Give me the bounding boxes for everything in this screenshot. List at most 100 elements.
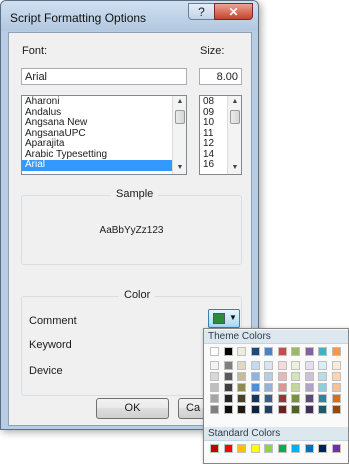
standard-color-swatch[interactable] bbox=[278, 444, 287, 453]
theme-color-swatch[interactable] bbox=[264, 347, 273, 356]
theme-shade-swatch[interactable] bbox=[332, 383, 341, 392]
theme-shade-swatch[interactable] bbox=[237, 405, 246, 414]
standard-colors-row bbox=[204, 444, 348, 455]
theme-shade-swatch[interactable] bbox=[278, 394, 287, 403]
theme-shade-swatch[interactable] bbox=[332, 372, 341, 381]
theme-shade-swatch[interactable] bbox=[305, 361, 314, 370]
close-button[interactable]: ✕ bbox=[214, 3, 253, 20]
theme-shade-swatch[interactable] bbox=[318, 383, 327, 392]
size-list-item[interactable]: 08 bbox=[200, 96, 226, 108]
size-scroll-up-arrow-icon[interactable]: ▲ bbox=[228, 98, 241, 106]
standard-color-swatch[interactable] bbox=[291, 444, 300, 453]
theme-shade-swatch[interactable] bbox=[278, 372, 287, 381]
size-scrollbar[interactable]: ▲ ▼ bbox=[227, 96, 241, 174]
theme-shade-swatch[interactable] bbox=[251, 361, 260, 370]
theme-shade-swatch[interactable] bbox=[278, 361, 287, 370]
standard-color-swatch[interactable] bbox=[210, 444, 219, 453]
font-scrollbar[interactable]: ▲ ▼ bbox=[172, 96, 186, 174]
theme-shade-swatch[interactable] bbox=[237, 372, 246, 381]
font-list-item[interactable]: Aparajita bbox=[22, 138, 172, 150]
standard-colors-heading: Standard Colors bbox=[204, 427, 348, 441]
scroll-down-arrow-icon[interactable]: ▼ bbox=[173, 164, 186, 172]
theme-shade-swatch[interactable] bbox=[305, 372, 314, 381]
theme-shade-swatch[interactable] bbox=[291, 361, 300, 370]
theme-shade-swatch[interactable] bbox=[251, 394, 260, 403]
size-list-item[interactable]: 10 bbox=[200, 117, 226, 129]
comment-color-picker[interactable]: ▼ bbox=[208, 309, 240, 328]
font-listbox[interactable]: Aharoni Andalus Angsana New AngsanaUPC Apara… bbox=[21, 95, 187, 175]
dropdown-arrow-icon: ▼ bbox=[229, 313, 237, 322]
theme-shade-swatch[interactable] bbox=[264, 405, 273, 414]
size-input[interactable]: 8.00 bbox=[199, 68, 242, 85]
theme-shade-swatch[interactable] bbox=[210, 405, 219, 414]
theme-shade-swatch[interactable] bbox=[291, 383, 300, 392]
font-input[interactable]: Arial bbox=[21, 68, 187, 85]
standard-color-swatch[interactable] bbox=[332, 444, 341, 453]
theme-shade-swatch[interactable] bbox=[318, 372, 327, 381]
size-list-item[interactable]: 16 bbox=[200, 159, 226, 171]
theme-shade-swatch[interactable] bbox=[318, 361, 327, 370]
theme-shade-swatch[interactable] bbox=[318, 405, 327, 414]
theme-shade-swatch[interactable] bbox=[332, 394, 341, 403]
size-list-item[interactable]: 12 bbox=[200, 138, 226, 150]
font-list-item[interactable]: Arial bbox=[22, 159, 172, 171]
theme-shade-swatch[interactable] bbox=[332, 405, 341, 414]
theme-shade-swatch[interactable] bbox=[332, 361, 341, 370]
theme-shade-swatch[interactable] bbox=[278, 383, 287, 392]
theme-shade-swatch[interactable] bbox=[251, 372, 260, 381]
theme-color-swatch[interactable] bbox=[291, 347, 300, 356]
theme-shade-swatch[interactable] bbox=[224, 405, 233, 414]
theme-shade-swatch[interactable] bbox=[291, 405, 300, 414]
size-listbox[interactable]: 08 09 10 11 12 14 16 ▲ ▼ bbox=[199, 95, 242, 175]
theme-shade-swatch[interactable] bbox=[210, 383, 219, 392]
standard-color-swatch[interactable] bbox=[224, 444, 233, 453]
theme-shade-swatch[interactable] bbox=[210, 394, 219, 403]
standard-color-swatch[interactable] bbox=[251, 444, 260, 453]
standard-color-swatch[interactable] bbox=[237, 444, 246, 453]
theme-shade-swatch[interactable] bbox=[291, 372, 300, 381]
scroll-thumb[interactable] bbox=[175, 110, 185, 124]
theme-shade-swatch[interactable] bbox=[237, 394, 246, 403]
theme-shade-swatch[interactable] bbox=[210, 361, 219, 370]
theme-shade-swatch[interactable] bbox=[251, 383, 260, 392]
theme-shade-swatch[interactable] bbox=[237, 383, 246, 392]
theme-shade-swatch[interactable] bbox=[278, 405, 287, 414]
theme-color-swatch[interactable] bbox=[278, 347, 287, 356]
font-list-item[interactable]: Angsana New bbox=[22, 117, 172, 129]
theme-shade-swatch[interactable] bbox=[224, 394, 233, 403]
font-list-item[interactable]: Aharoni bbox=[22, 96, 172, 108]
theme-shade-swatch[interactable] bbox=[251, 405, 260, 414]
standard-color-swatch[interactable] bbox=[305, 444, 314, 453]
theme-shade-swatch[interactable] bbox=[264, 361, 273, 370]
theme-color-swatch[interactable] bbox=[318, 347, 327, 356]
theme-color-swatch[interactable] bbox=[237, 347, 246, 356]
color-palette-popup: Theme Colors Standard Colors bbox=[203, 328, 349, 464]
theme-shade-swatch[interactable] bbox=[264, 383, 273, 392]
theme-shade-swatch[interactable] bbox=[210, 372, 219, 381]
scroll-up-arrow-icon[interactable]: ▲ bbox=[173, 98, 186, 106]
size-scroll-down-arrow-icon[interactable]: ▼ bbox=[228, 164, 241, 172]
theme-shade-swatch[interactable] bbox=[224, 383, 233, 392]
theme-shade-swatch[interactable] bbox=[318, 394, 327, 403]
theme-color-swatch[interactable] bbox=[224, 347, 233, 356]
theme-shade-swatch[interactable] bbox=[264, 372, 273, 381]
theme-top-row bbox=[204, 347, 348, 358]
theme-shade-swatch[interactable] bbox=[237, 361, 246, 370]
theme-shade-swatch[interactable] bbox=[224, 361, 233, 370]
theme-color-swatch[interactable] bbox=[210, 347, 219, 356]
comment-color-swatch bbox=[213, 313, 225, 324]
size-scroll-thumb[interactable] bbox=[230, 110, 240, 124]
standard-color-swatch[interactable] bbox=[264, 444, 273, 453]
theme-color-swatch[interactable] bbox=[332, 347, 341, 356]
standard-color-swatch[interactable] bbox=[318, 444, 327, 453]
theme-color-swatch[interactable] bbox=[305, 347, 314, 356]
theme-shade-swatch[interactable] bbox=[291, 394, 300, 403]
theme-shade-swatch[interactable] bbox=[305, 383, 314, 392]
ok-button[interactable]: OK bbox=[96, 398, 169, 419]
theme-color-swatch[interactable] bbox=[251, 347, 260, 356]
theme-shade-swatch[interactable] bbox=[264, 394, 273, 403]
theme-shade-swatch[interactable] bbox=[224, 372, 233, 381]
theme-shade-swatch[interactable] bbox=[305, 405, 314, 414]
help-button[interactable]: ? bbox=[188, 3, 215, 20]
theme-shade-swatch[interactable] bbox=[305, 394, 314, 403]
